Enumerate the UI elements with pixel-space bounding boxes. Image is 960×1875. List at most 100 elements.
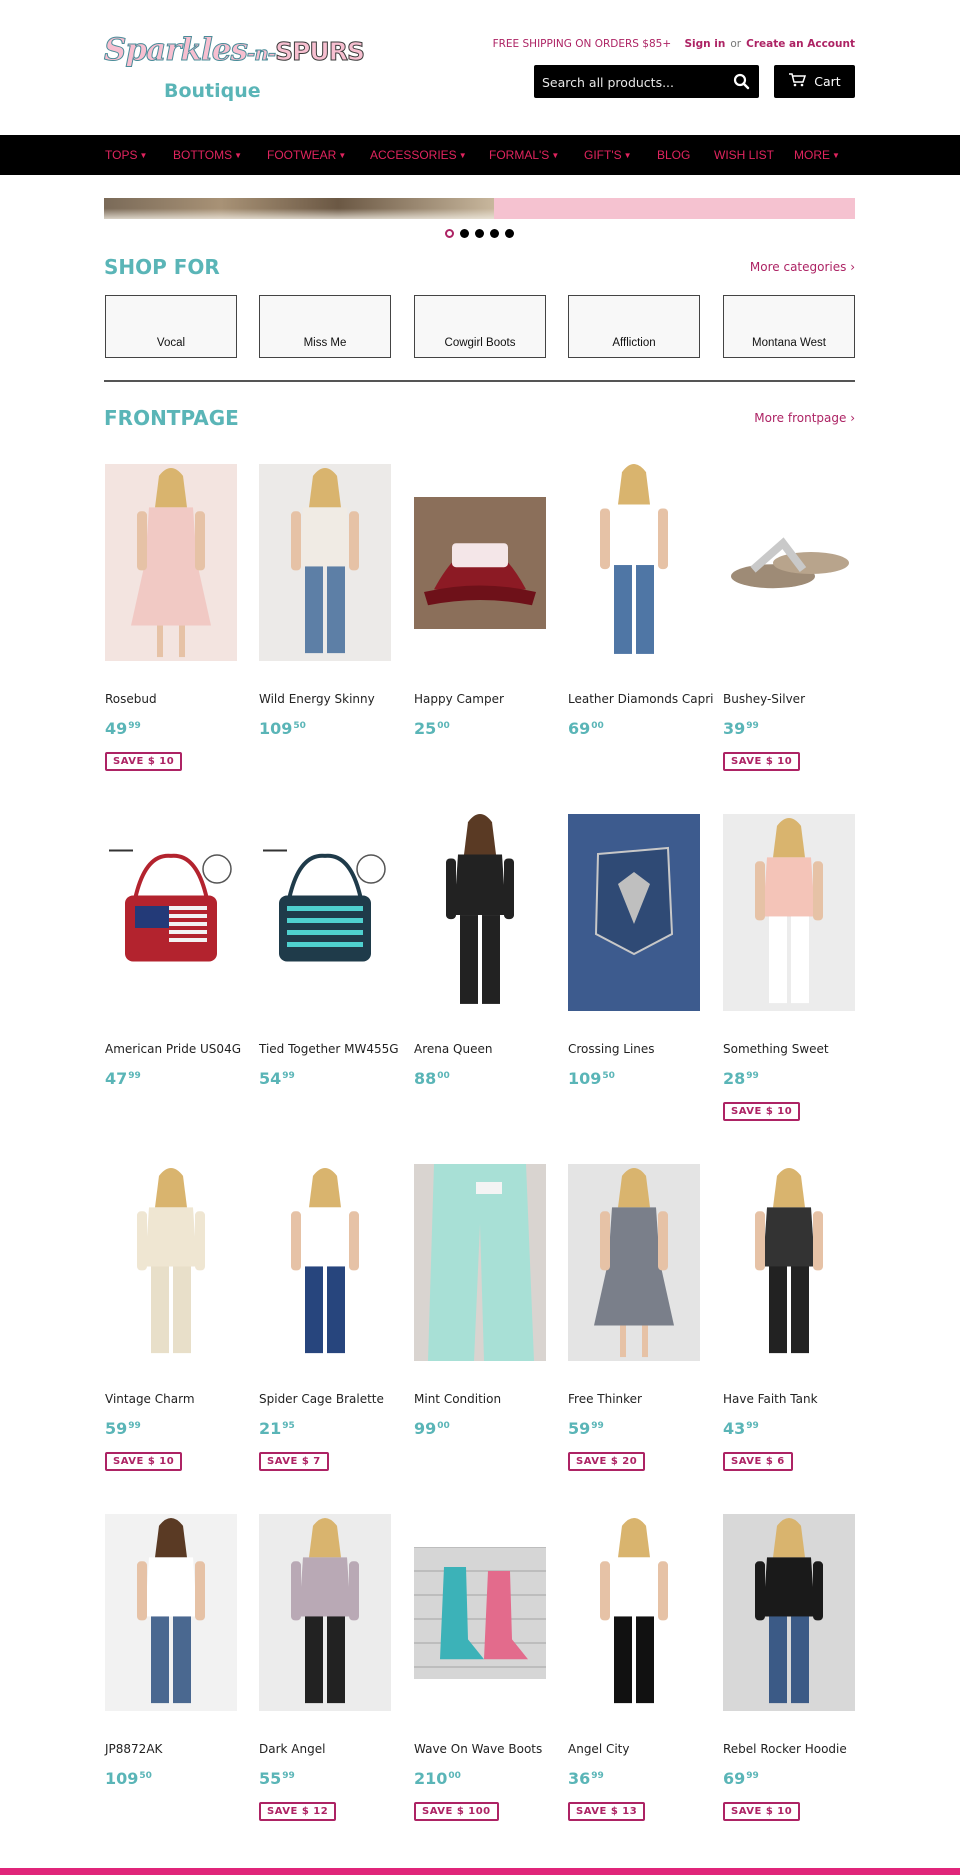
product-name[interactable]: American Pride US04G (105, 1042, 265, 1056)
product-image[interactable] (414, 1547, 546, 1679)
slide-dot[interactable] (460, 229, 469, 238)
product-name[interactable]: Dark Angel (259, 1742, 419, 1756)
product-price: 9900 (414, 1419, 450, 1438)
chevron-down-icon: ▼ (139, 151, 148, 160)
sale-badge: SAVE $ 100 (414, 1802, 499, 1821)
product-name[interactable]: Angel City (568, 1742, 728, 1756)
slide-dot[interactable] (490, 229, 499, 238)
nav-item-blog[interactable]: BLOG (657, 148, 690, 162)
product-price: 6900 (568, 719, 604, 738)
slide-dot[interactable] (475, 229, 484, 238)
product-price: 8800 (414, 1069, 450, 1088)
product-image[interactable] (414, 810, 546, 1012)
footer-accent-bar (0, 1868, 960, 1875)
more-categories-link[interactable]: More categories › (750, 260, 855, 274)
product-name[interactable]: Happy Camper (414, 692, 574, 706)
product-price: 5999 (105, 1419, 141, 1438)
search-input[interactable] (542, 71, 722, 93)
sale-badge: SAVE $ 20 (568, 1452, 646, 1471)
section-divider (104, 380, 855, 382)
product-image[interactable] (105, 1514, 237, 1711)
nav-item-more[interactable]: MORE ▼ (794, 148, 840, 162)
sale-badge: SAVE $ 10 (723, 752, 801, 771)
cart-label: Cart (814, 74, 841, 89)
nav-item-gifts[interactable]: GIFT'S ▼ (584, 148, 632, 162)
category-card-montana-west[interactable]: Montana West (723, 295, 855, 358)
cart-icon (788, 73, 807, 90)
product-image[interactable] (105, 1164, 237, 1361)
free-shipping-notice: FREE SHIPPING ON ORDERS $85+ (492, 38, 672, 50)
product-name[interactable]: Bushey-Silver (723, 692, 883, 706)
product-image[interactable] (568, 1514, 700, 1711)
product-name[interactable]: Rebel Rocker Hoodie (723, 1742, 883, 1756)
product-name[interactable]: Have Faith Tank (723, 1392, 883, 1406)
product-price: 2500 (414, 719, 450, 738)
product-name[interactable]: Tied Together MW455G (259, 1042, 419, 1056)
nav-item-footwear[interactable]: FOOTWEAR ▼ (267, 148, 346, 162)
product-price: 4799 (105, 1069, 141, 1088)
product-image[interactable] (568, 1164, 700, 1361)
nav-item-tops[interactable]: TOPS ▼ (105, 148, 147, 162)
category-card-affliction[interactable]: Affliction (568, 295, 700, 358)
product-name[interactable]: JP8872AK (105, 1742, 265, 1756)
product-image[interactable] (259, 840, 391, 972)
product-name[interactable]: Wild Energy Skinny (259, 692, 419, 706)
product-name[interactable]: Free Thinker (568, 1392, 728, 1406)
chevron-down-icon: ▼ (458, 151, 467, 160)
search-icon[interactable] (731, 71, 753, 93)
product-image[interactable] (723, 1514, 855, 1711)
store-logo[interactable]: Sparkles-n-SPURS Boutique (104, 32, 366, 104)
chevron-down-icon: ▼ (832, 151, 840, 160)
cart-button[interactable]: Cart (774, 65, 855, 98)
sale-badge: SAVE $ 12 (259, 1802, 337, 1821)
sale-badge: SAVE $ 13 (568, 1802, 646, 1821)
product-name[interactable]: Something Sweet (723, 1042, 883, 1056)
product-image[interactable] (414, 497, 546, 629)
category-card-cowgirl-boots[interactable]: Cowgirl Boots (414, 295, 546, 358)
search-form (534, 65, 759, 98)
product-price: 6999 (723, 1769, 759, 1788)
slide-banner (494, 198, 855, 219)
product-name[interactable]: Arena Queen (414, 1042, 574, 1056)
slide-dot[interactable] (445, 229, 454, 238)
slideshow-dots (445, 229, 514, 238)
sale-badge: SAVE $ 6 (723, 1452, 793, 1471)
product-name[interactable]: Wave On Wave Boots (414, 1742, 574, 1756)
product-image[interactable] (568, 814, 700, 1011)
product-image[interactable] (723, 497, 855, 629)
more-frontpage-link[interactable]: More frontpage › (754, 411, 855, 425)
logo-wordmark: Sparkles-n-SPURS (104, 32, 366, 69)
nav-item-wish-list[interactable]: WISH LIST (714, 148, 774, 162)
product-price: 3699 (568, 1769, 604, 1788)
product-price: 2899 (723, 1069, 759, 1088)
product-image[interactable] (723, 814, 855, 1011)
product-price: 5499 (259, 1069, 295, 1088)
category-card-vocal[interactable]: Vocal (105, 295, 237, 358)
product-image[interactable] (105, 464, 237, 661)
category-card-miss-me[interactable]: Miss Me (259, 295, 391, 358)
shop-for-heading: SHOP FOR (104, 255, 220, 279)
product-name[interactable]: Leather Diamonds Capri (568, 692, 728, 706)
sign-in-link[interactable]: Sign in (684, 38, 725, 50)
product-name[interactable]: Crossing Lines (568, 1042, 728, 1056)
product-image[interactable] (259, 1164, 391, 1361)
product-name[interactable]: Vintage Charm (105, 1392, 265, 1406)
slide-dot[interactable] (505, 229, 514, 238)
create-account-link[interactable]: Create an Account (746, 38, 855, 50)
product-name[interactable]: Rosebud (105, 692, 265, 706)
sale-badge: SAVE $ 7 (259, 1452, 329, 1471)
product-image[interactable] (414, 1164, 546, 1361)
product-image[interactable] (259, 1514, 391, 1711)
product-price: 4999 (105, 719, 141, 738)
product-name[interactable]: Mint Condition (414, 1392, 574, 1406)
nav-item-bottoms[interactable]: BOTTOMS ▼ (173, 148, 242, 162)
product-price: 10950 (259, 719, 306, 738)
nav-item-formals[interactable]: FORMAL'S ▼ (489, 148, 559, 162)
product-image[interactable] (723, 1164, 855, 1361)
product-name[interactable]: Spider Cage Bralette (259, 1392, 419, 1406)
product-image[interactable] (105, 840, 237, 972)
product-image[interactable] (259, 464, 391, 661)
product-image[interactable] (568, 460, 700, 662)
nav-item-accessories[interactable]: ACCESSORIES ▼ (370, 148, 467, 162)
hero-slideshow[interactable] (104, 198, 855, 219)
